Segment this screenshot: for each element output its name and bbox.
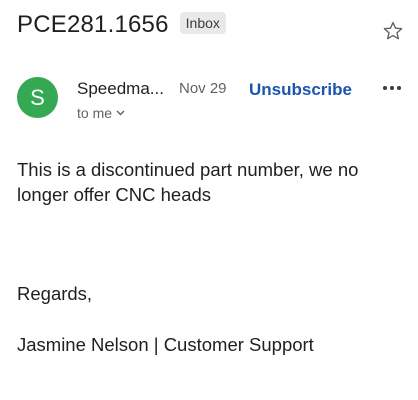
email-date: Nov 29 xyxy=(179,80,227,97)
inbox-label[interactable]: Inbox xyxy=(179,12,226,34)
recipient-details-toggle[interactable]: to me xyxy=(77,105,125,121)
sender-name[interactable]: Speedma... xyxy=(77,79,164,99)
email-regards: Regards, xyxy=(17,283,93,304)
more-options-icon[interactable] xyxy=(380,77,404,99)
unsubscribe-link[interactable]: Unsubscribe xyxy=(249,80,352,100)
recipient-label: to me xyxy=(77,105,113,121)
star-icon[interactable] xyxy=(380,18,406,44)
sender-avatar[interactable]: S xyxy=(17,77,58,118)
email-view: PCE281.1656 Inbox S Speedma... Nov 29 Un… xyxy=(0,0,418,400)
sender-row: S Speedma... Nov 29 Unsubscribe to me xyxy=(17,77,406,123)
subject-header: PCE281.1656 Inbox xyxy=(17,8,406,42)
email-signature: Jasmine Nelson | Customer Support xyxy=(17,334,314,355)
email-body: This is a discontinued part number, we n… xyxy=(17,159,359,205)
email-subject: PCE281.1656 xyxy=(17,11,169,38)
chevron-down-icon xyxy=(116,108,125,119)
